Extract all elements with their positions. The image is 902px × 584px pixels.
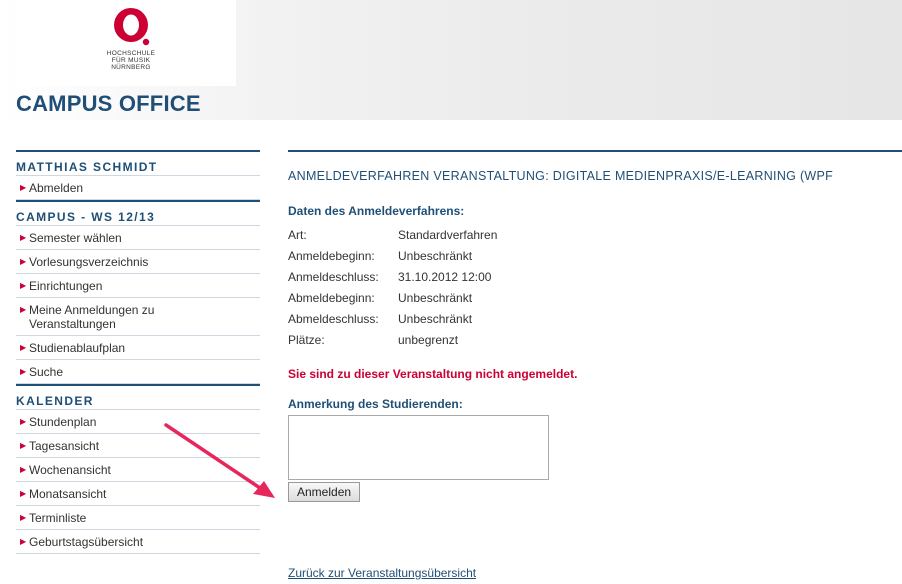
- triangle-right-icon: ▶: [20, 537, 27, 546]
- logo-text-line: NÜRNBERG: [111, 64, 151, 71]
- sidebar-item-meine-anmeldungen[interactable]: ▶ Meine Anmeldungen zu Veranstaltungen: [16, 298, 260, 336]
- info-value: Unbeschränkt: [398, 290, 473, 305]
- logo[interactable]: HOCHSCHULE FÜR MUSIK NÜRNBERG: [16, 0, 236, 86]
- info-value: unbegrenzt: [398, 332, 459, 347]
- sidebar-item-label: Meine Anmeldungen zu Veranstaltungen: [29, 303, 155, 331]
- triangle-right-icon: ▶: [20, 465, 27, 474]
- info-key: Plätze:: [288, 332, 325, 347]
- sidebar-item-terminliste[interactable]: ▶ Terminliste: [16, 506, 260, 530]
- triangle-right-icon: ▶: [20, 489, 27, 498]
- info-row: Abmeldeschluss: Unbeschränkt: [288, 308, 902, 329]
- back-to-overview-link[interactable]: Zurück zur Veranstaltungsübersicht: [288, 566, 476, 580]
- info-value: 31.10.2012 12:00: [398, 269, 492, 284]
- sidebar-item-label: Studienablaufplan: [29, 341, 126, 355]
- registration-info-table: Art: Standardverfahren Anmeldebeginn: Un…: [288, 224, 902, 350]
- info-value: Standardverfahren: [398, 227, 498, 242]
- logo-text-line: HOCHSCHULE: [106, 50, 156, 57]
- triangle-right-icon: ▶: [20, 367, 27, 376]
- triangle-right-icon: ▶: [20, 183, 27, 192]
- section-heading: Daten des Anmeldeverfahrens:: [288, 204, 465, 218]
- sidebar-heading-campus: CAMPUS - WS 12/13: [16, 200, 260, 226]
- triangle-right-icon: ▶: [20, 441, 27, 450]
- triangle-right-icon: ▶: [20, 305, 27, 314]
- info-row: Plätze: unbegrenzt: [288, 329, 902, 350]
- info-key: Abmeldeschluss:: [288, 311, 379, 326]
- sidebar-item-label: Tagesansicht: [29, 439, 100, 453]
- sidebar-item-label: Stundenplan: [29, 415, 97, 429]
- info-row: Anmeldeschluss: 31.10.2012 12:00: [288, 266, 902, 287]
- sidebar-item-label: Semester wählen: [29, 231, 122, 245]
- sidebar-item-label: Geburtstagsübersicht: [29, 535, 144, 549]
- info-row: Abmeldebeginn: Unbeschränkt: [288, 287, 902, 308]
- sidebar-item-vorlesungsverzeichnis[interactable]: ▶ Vorlesungsverzeichnis: [16, 250, 260, 274]
- sidebar-item-label: Abmelden: [29, 181, 84, 195]
- info-key: Abmeldebeginn:: [288, 290, 375, 305]
- sidebar-item-abmelden[interactable]: ▶ Abmelden: [16, 176, 260, 200]
- remark-heading: Anmerkung des Studierenden:: [288, 397, 463, 411]
- triangle-right-icon: ▶: [20, 417, 27, 426]
- sidebar-heading-kalender: KALENDER: [16, 384, 260, 410]
- sidebar-item-suche[interactable]: ▶ Suche: [16, 360, 260, 384]
- status-message: Sie sind zu dieser Veranstaltung nicht a…: [288, 367, 578, 381]
- triangle-right-icon: ▶: [20, 343, 27, 352]
- arrow-annotation-icon: [164, 423, 275, 498]
- sidebar-heading-user: MATTHIAS SCHMIDT: [16, 150, 260, 176]
- remark-textarea[interactable]: [288, 415, 549, 480]
- info-key: Anmeldebeginn:: [288, 248, 375, 263]
- main-divider: [288, 150, 902, 152]
- logo-text: HOCHSCHULE FÜR MUSIK NÜRNBERG: [96, 50, 166, 71]
- sidebar-item-label: Terminliste: [29, 511, 87, 525]
- triangle-right-icon: ▶: [20, 233, 27, 242]
- sidebar-item-geburtstagsuebersicht[interactable]: ▶ Geburtstagsübersicht: [16, 530, 260, 554]
- info-value: Unbeschränkt: [398, 248, 473, 263]
- triangle-right-icon: ▶: [20, 257, 27, 266]
- anmelden-button[interactable]: Anmelden: [288, 482, 361, 502]
- info-value: Unbeschränkt: [398, 311, 473, 326]
- info-row: Anmeldebeginn: Unbeschränkt: [288, 245, 902, 266]
- main-content: ANMELDEVERFAHREN VERANSTALTUNG: DIGITALE…: [288, 150, 902, 580]
- sidebar-item-einrichtungen[interactable]: ▶ Einrichtungen: [16, 274, 260, 298]
- triangle-right-icon: ▶: [20, 513, 27, 522]
- sidebar-item-semester[interactable]: ▶ Semester wählen: [16, 226, 260, 250]
- sidebar-item-label: Wochenansicht: [29, 463, 111, 477]
- logo-text-line: FÜR MUSIK: [111, 57, 151, 64]
- sidebar-item-label: Vorlesungsverzeichnis: [29, 255, 149, 269]
- info-key: Art:: [288, 227, 307, 242]
- page-title: ANMELDEVERFAHREN VERANSTALTUNG: DIGITALE…: [288, 169, 834, 183]
- campus-office-title: CAMPUS OFFICE: [16, 91, 201, 116]
- sidebar-item-studienablaufplan[interactable]: ▶ Studienablaufplan: [16, 336, 260, 360]
- sidebar-item-label: Suche: [29, 365, 64, 379]
- header: HOCHSCHULE FÜR MUSIK NÜRNBERG CAMPUS OFF…: [0, 0, 902, 120]
- info-key: Anmeldeschluss:: [288, 269, 379, 284]
- sidebar-item-label: Monatsansicht: [29, 487, 107, 501]
- sidebar-item-label: Einrichtungen: [29, 279, 103, 293]
- triangle-right-icon: ▶: [20, 281, 27, 290]
- logo-o-icon: [114, 8, 150, 46]
- info-row: Art: Standardverfahren: [288, 224, 902, 245]
